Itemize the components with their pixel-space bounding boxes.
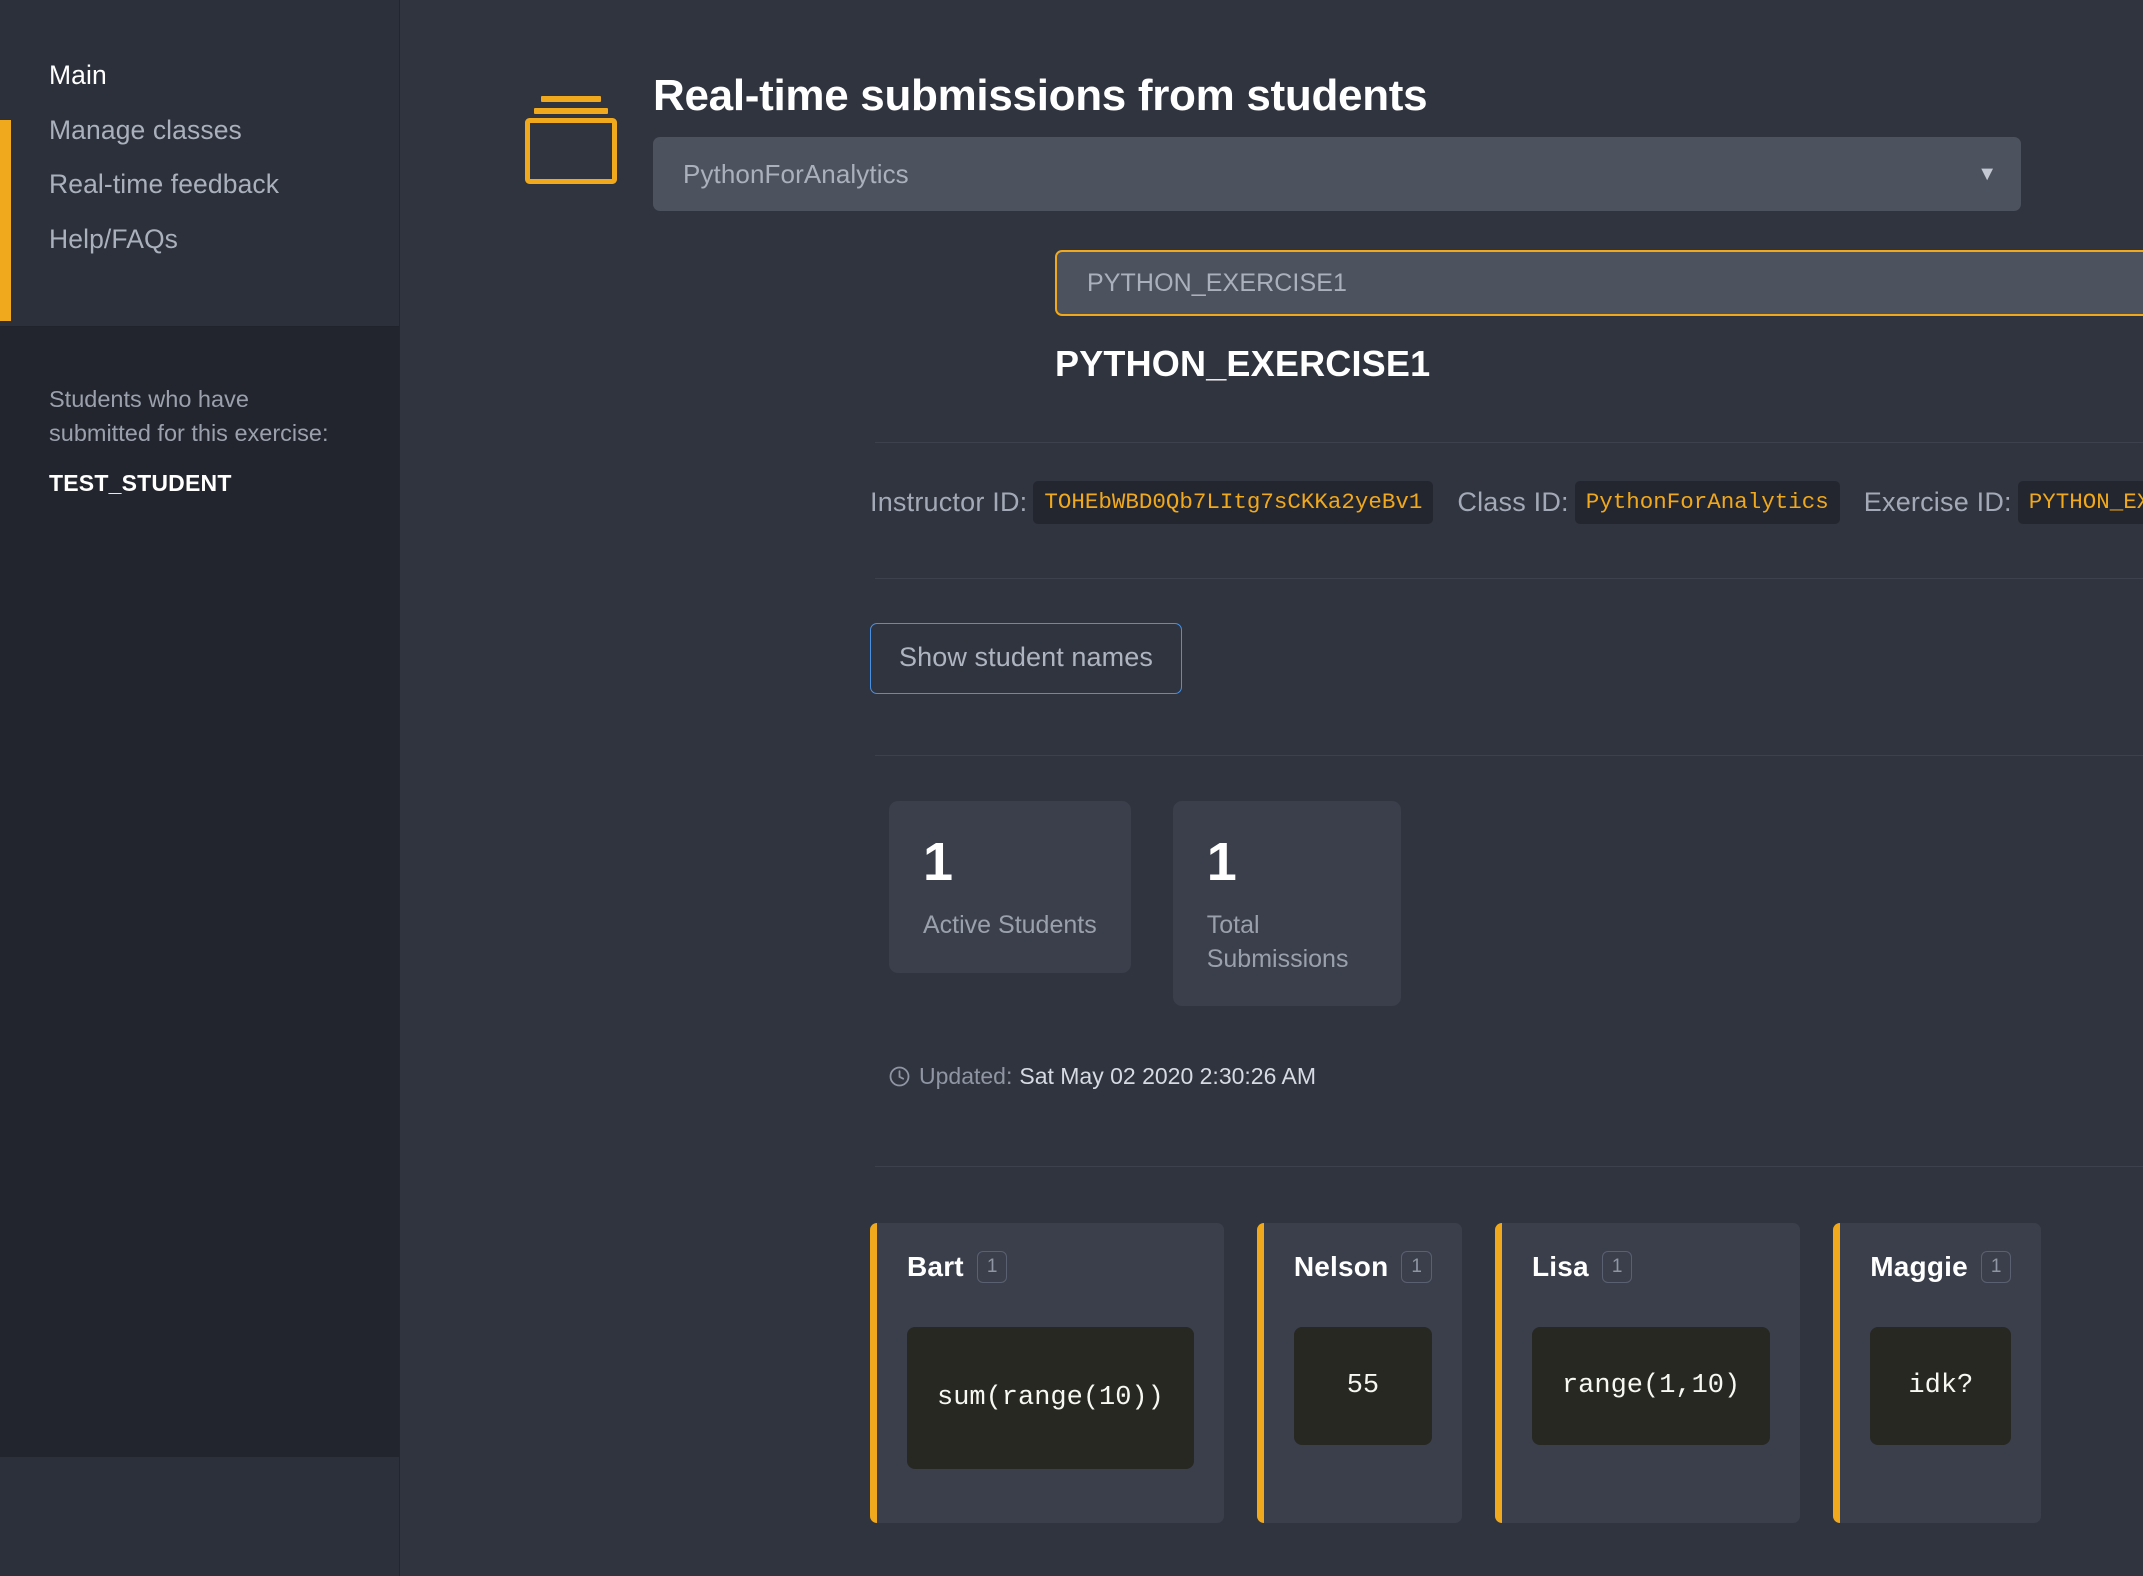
submission-card[interactable]: Lisa 1 range(1,10) bbox=[1494, 1223, 1801, 1524]
page-title: Real-time submissions from students bbox=[653, 71, 1428, 120]
submission-code: idk? bbox=[1870, 1327, 2012, 1446]
app-root: Main Manage classes Real-time feedback H… bbox=[0, 0, 2143, 1576]
submission-card[interactable]: Maggie 1 idk? bbox=[1833, 1223, 2042, 1524]
instructor-id-label: Instructor ID: bbox=[870, 487, 1028, 518]
stat-card-total-submissions: 1 Total Submissions bbox=[1172, 801, 1401, 1007]
sidebar-nav: Main Manage classes Real-time feedback H… bbox=[0, 0, 399, 327]
exercise-select[interactable]: PYTHON_EXERCISE1 ▼ bbox=[1055, 250, 2143, 317]
submitted-student-name: TEST_STUDENT bbox=[49, 469, 232, 496]
total-submissions-label: Total Submissions bbox=[1206, 911, 1349, 973]
submission-count-badge: 1 bbox=[1601, 1251, 1633, 1284]
main-content: Real-time submissions from students Pyth… bbox=[400, 0, 2143, 1576]
exercise-select-row: PYTHON_EXERCISE1 ▼ bbox=[400, 211, 2143, 317]
submission-student-name: Maggie bbox=[1870, 1251, 1968, 1283]
exercise-id-value: PYTHON_EXERCISE1 bbox=[2017, 481, 2143, 525]
submission-student-name: Bart bbox=[907, 1251, 964, 1283]
ids-row: Instructor ID: TOHEbWBD0Qb7LItg7sCKKa2ye… bbox=[400, 443, 2143, 525]
submission-code: range(1,10) bbox=[1531, 1327, 1771, 1446]
sidebar-item-help-faqs[interactable]: Help/FAQs bbox=[0, 212, 399, 267]
stat-card-active-students: 1 Active Students bbox=[889, 801, 1131, 973]
submission-card[interactable]: Bart 1 sum(range(10)) bbox=[870, 1223, 1224, 1524]
header-text-block: Real-time submissions from students Pyth… bbox=[653, 71, 2143, 212]
active-students-label: Active Students bbox=[923, 911, 1097, 940]
class-select-value: PythonForAnalytics bbox=[683, 158, 909, 189]
submission-card-header: Maggie 1 bbox=[1870, 1251, 2012, 1284]
submission-student-name: Nelson bbox=[1293, 1251, 1389, 1283]
sidebar: Main Manage classes Real-time feedback H… bbox=[0, 0, 400, 1576]
submission-card-header: Bart 1 bbox=[907, 1251, 1194, 1284]
stats-row: 1 Active Students 1 Total Submissions bbox=[400, 756, 2143, 1007]
submission-code: 55 bbox=[1293, 1327, 1432, 1446]
sidebar-item-main[interactable]: Main bbox=[0, 48, 399, 103]
exercise-heading: PYTHON_EXERCISE1 bbox=[1055, 343, 1431, 385]
actions-row: Show student names bbox=[400, 579, 2143, 695]
submissions-row: Bart 1 sum(range(10)) Nelson 1 55 Lisa 1… bbox=[400, 1167, 2143, 1524]
submitted-students-label: Students who have submitted for this exe… bbox=[49, 386, 329, 446]
class-id-value: PythonForAnalytics bbox=[1574, 481, 1840, 525]
sidebar-item-manage-classes[interactable]: Manage classes bbox=[0, 103, 399, 158]
instructor-id-value: TOHEbWBD0Qb7LItg7sCKKa2yeBv1 bbox=[1033, 481, 1434, 525]
submission-card-header: Lisa 1 bbox=[1531, 1251, 1770, 1284]
submission-student-name: Lisa bbox=[1531, 1251, 1589, 1283]
submission-card-header: Nelson 1 bbox=[1293, 1251, 1432, 1284]
submission-count-badge: 1 bbox=[1401, 1251, 1432, 1284]
submitted-students-panel: Students who have submitted for this exe… bbox=[0, 327, 399, 1458]
updated-timestamp: Sat May 02 2020 2:30:26 AM bbox=[1019, 1063, 1317, 1090]
total-submissions-value: 1 bbox=[1206, 832, 1237, 893]
sidebar-active-indicator bbox=[0, 120, 11, 321]
updated-row: Updated: Sat May 02 2020 2:30:26 AM bbox=[400, 1006, 2143, 1090]
page-header: Real-time submissions from students Pyth… bbox=[400, 0, 2143, 212]
exercise-id-label: Exercise ID: bbox=[1863, 487, 2012, 518]
submission-count-badge: 1 bbox=[976, 1251, 1008, 1284]
chevron-down-icon: ▼ bbox=[1977, 163, 1997, 186]
show-student-names-button[interactable]: Show student names bbox=[870, 623, 1182, 695]
exercise-select-value: PYTHON_EXERCISE1 bbox=[1087, 268, 1348, 297]
submission-card[interactable]: Nelson 1 55 bbox=[1256, 1223, 1462, 1524]
clock-icon bbox=[889, 1066, 910, 1087]
active-students-value: 1 bbox=[923, 832, 954, 893]
class-select[interactable]: PythonForAnalytics ▼ bbox=[653, 137, 2021, 212]
sidebar-item-real-time-feedback[interactable]: Real-time feedback bbox=[0, 157, 399, 212]
class-id-label: Class ID: bbox=[1457, 487, 1569, 518]
stacked-cards-icon bbox=[523, 90, 619, 191]
updated-label: Updated: bbox=[919, 1063, 1013, 1090]
submission-count-badge: 1 bbox=[1980, 1251, 2012, 1284]
submission-code: sum(range(10)) bbox=[907, 1327, 1194, 1470]
